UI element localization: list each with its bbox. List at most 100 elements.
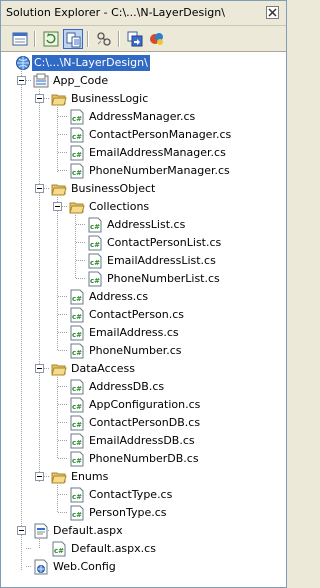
tree-file-row[interactable]: c# PhoneNumberList.cs <box>1 270 286 288</box>
folder-open-icon <box>51 181 67 197</box>
tree-label-file: AddressDB.cs <box>89 380 165 393</box>
tree-file-row[interactable]: c# ContactPerson.cs <box>1 306 286 324</box>
cs-file-icon: c# <box>69 325 85 341</box>
refresh-icon <box>43 31 59 47</box>
tree-label-collections: Collections <box>89 200 150 213</box>
tree-label-app-code: App_Code <box>53 74 109 87</box>
tree-file-row[interactable]: c# AppConfiguration.cs <box>1 396 286 414</box>
tree-node-businessobject[interactable]: BusinessObject <box>1 180 286 198</box>
tree-node-web-config[interactable]: Web.Config <box>1 558 286 576</box>
cs-file-icon: c# <box>69 487 85 503</box>
svg-text:c#: c# <box>90 259 100 267</box>
svg-text:c#: c# <box>72 133 82 141</box>
tree-label-file: PhoneNumber.cs <box>89 344 182 357</box>
tree-node-collections[interactable]: Collections <box>1 198 286 216</box>
properties-button[interactable] <box>10 29 30 49</box>
asp-net-configuration-icon <box>150 33 163 45</box>
collapse-icon[interactable] <box>35 94 44 103</box>
tree-node-app-code[interactable]: App_Code <box>1 72 286 90</box>
refresh-button[interactable] <box>41 29 61 49</box>
tree-file-row[interactable]: c# Address.cs <box>1 288 286 306</box>
collapse-icon[interactable] <box>17 526 26 535</box>
copy-website-button[interactable] <box>125 29 145 49</box>
cs-file-icon: c# <box>69 145 85 161</box>
svg-text:c#: c# <box>72 511 82 519</box>
folder-open-icon <box>51 91 67 107</box>
tree-file-row[interactable]: c# EmailAddressManager.cs <box>1 144 286 162</box>
tree-file-row[interactable]: c# ContactPersonList.cs <box>1 234 286 252</box>
tree-label-default-aspx: Default.aspx <box>53 524 123 537</box>
cs-file-icon: c# <box>69 433 85 449</box>
solution-tree: C:\...\N-LayerDesign\ App_Code BusinessL… <box>1 52 286 587</box>
tree-node-dataaccess[interactable]: DataAccess <box>1 360 286 378</box>
cs-file-icon: c# <box>69 307 85 323</box>
tree-node-root[interactable]: C:\...\N-LayerDesign\ <box>1 54 286 72</box>
cs-file-icon: c# <box>69 415 85 431</box>
tree-label-file: ContactType.cs <box>89 488 173 501</box>
copy-website-icon <box>127 31 143 47</box>
svg-text:c#: c# <box>72 349 82 357</box>
tree-node-businesslogic[interactable]: BusinessLogic <box>1 90 286 108</box>
collapse-icon[interactable] <box>35 184 44 193</box>
tree-label-file: AddressList.cs <box>107 218 186 231</box>
cs-file-icon: c# <box>69 505 85 521</box>
title-bar: Solution Explorer - C:\...\N-LayerDesign… <box>1 1 286 26</box>
tree-node-enums[interactable]: Enums <box>1 468 286 486</box>
asp-net-configuration-button[interactable] <box>147 29 167 49</box>
tree-file-row[interactable]: c# ContactPersonDB.cs <box>1 414 286 432</box>
tree-file-row[interactable]: c# EmailAddressDB.cs <box>1 432 286 450</box>
tree-label-businessobject: BusinessObject <box>71 182 156 195</box>
cs-file-icon: c# <box>87 271 103 287</box>
cs-file-icon: c# <box>87 217 103 233</box>
svg-text:c#: c# <box>72 457 82 465</box>
tree-node-default-aspx[interactable]: Default.aspx <box>1 522 286 540</box>
nest-related-files-icon <box>97 32 111 46</box>
tree-label-enums: Enums <box>71 470 109 483</box>
svg-text:c#: c# <box>72 115 82 123</box>
svg-text:c#: c# <box>72 403 82 411</box>
tree-file-row[interactable]: c# Default.aspx.cs <box>1 540 286 558</box>
svg-text:c#: c# <box>90 241 100 249</box>
tree-file-row[interactable]: c# ContactPersonManager.cs <box>1 126 286 144</box>
tree-file-row[interactable]: c# AddressManager.cs <box>1 108 286 126</box>
tree-file-row[interactable]: c# ContactType.cs <box>1 486 286 504</box>
tree-file-row[interactable]: c# PhoneNumber.cs <box>1 342 286 360</box>
svg-text:c#: c# <box>72 151 82 159</box>
close-icon <box>268 8 277 17</box>
properties-icon <box>12 32 28 46</box>
window-title: Solution Explorer - C:\...\N-LayerDesign… <box>6 6 225 19</box>
cs-file-icon: c# <box>69 289 85 305</box>
tree-file-row[interactable]: c# EmailAddress.cs <box>1 324 286 342</box>
collapse-icon[interactable] <box>17 76 26 85</box>
show-all-files-button[interactable] <box>63 29 83 49</box>
svg-text:c#: c# <box>72 169 82 177</box>
close-button[interactable] <box>266 6 279 19</box>
toolbar-separator <box>118 31 120 47</box>
toolbar-separator <box>34 31 36 47</box>
cs-file-icon: c# <box>69 397 85 413</box>
solution-explorer-window: Solution Explorer - C:\...\N-LayerDesign… <box>0 0 287 588</box>
folder-open-icon <box>51 361 67 377</box>
collapse-icon[interactable] <box>35 472 44 481</box>
collapse-icon[interactable] <box>53 202 62 211</box>
cs-file-icon: c# <box>69 379 85 395</box>
tree-file-row[interactable]: c# AddressList.cs <box>1 216 286 234</box>
tree-label-file: EmailAddressDB.cs <box>89 434 195 447</box>
tree-file-row[interactable]: c# PhoneNumberManager.cs <box>1 162 286 180</box>
nest-related-files-button[interactable] <box>94 29 114 49</box>
tree-file-row[interactable]: c# AddressDB.cs <box>1 378 286 396</box>
tree-label-file: ContactPerson.cs <box>89 308 185 321</box>
tree-label-businesslogic: BusinessLogic <box>71 92 149 105</box>
collapse-icon[interactable] <box>35 364 44 373</box>
cs-file-icon: c# <box>69 451 85 467</box>
cs-file-icon: c# <box>69 109 85 125</box>
cs-file-icon: c# <box>87 253 103 269</box>
tree-file-row[interactable]: c# PhoneNumberDB.cs <box>1 450 286 468</box>
tree-file-row[interactable]: c# EmailAddressList.cs <box>1 252 286 270</box>
tree-label-file: Address.cs <box>89 290 149 303</box>
tree-label-file: EmailAddress.cs <box>89 326 179 339</box>
tree-file-row[interactable]: c# PersonType.cs <box>1 504 286 522</box>
tree-label-file: PhoneNumberManager.cs <box>89 164 230 177</box>
tree-label-file: ContactPersonDB.cs <box>89 416 201 429</box>
config-file-icon <box>33 559 49 575</box>
